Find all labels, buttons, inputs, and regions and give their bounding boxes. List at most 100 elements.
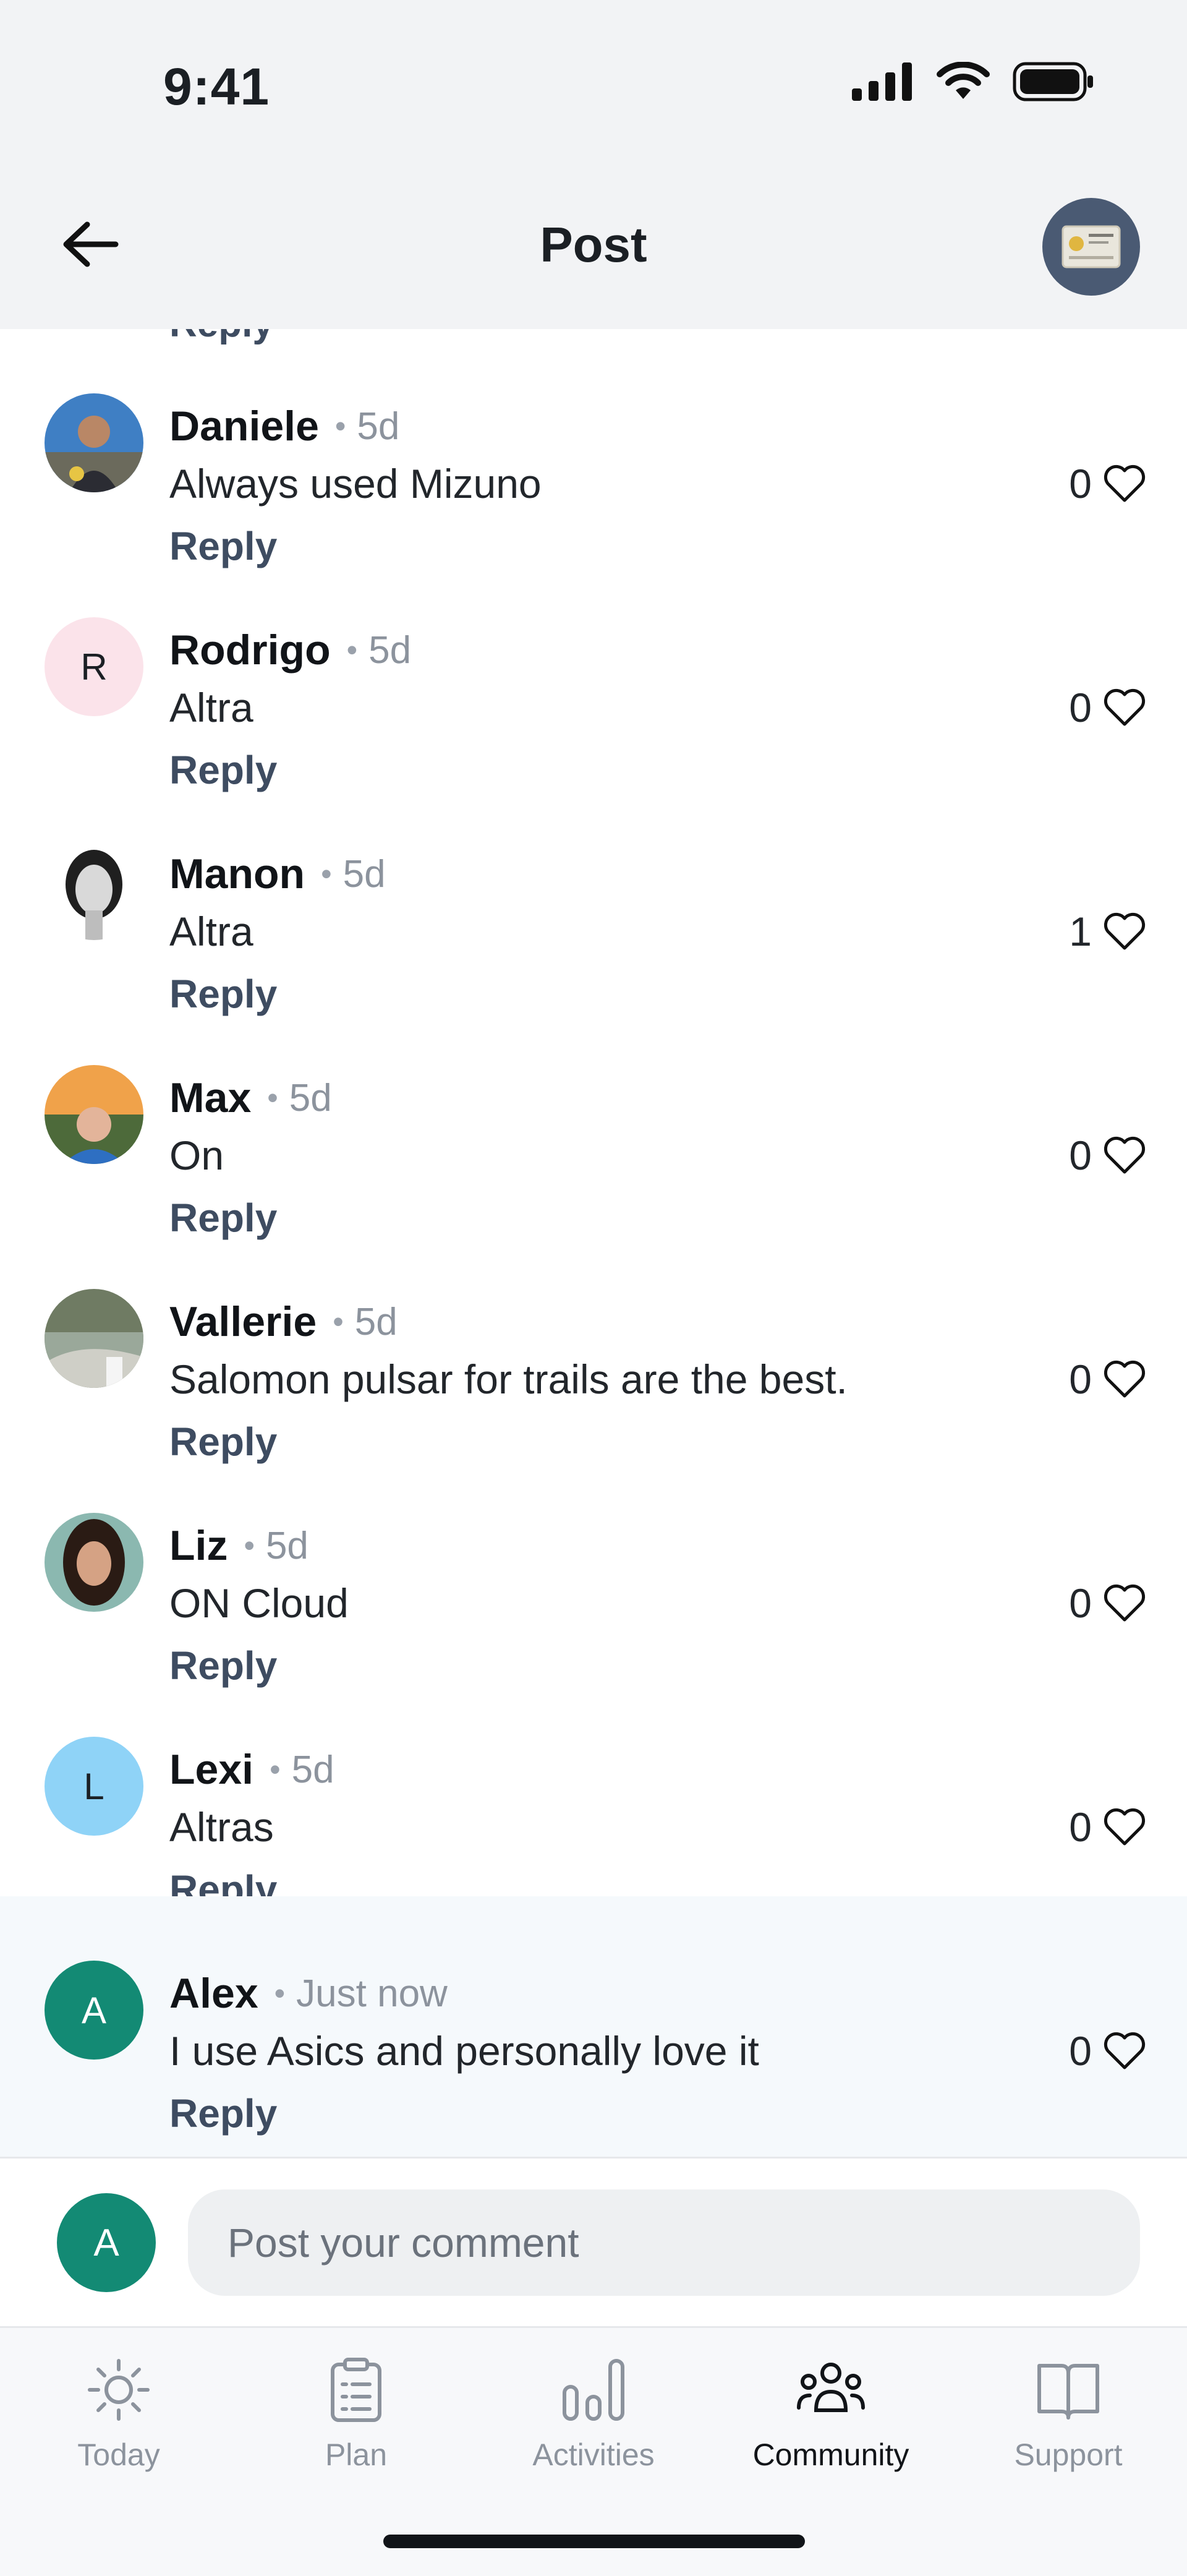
like-count: 0 (1069, 685, 1092, 730)
bar-chart-icon (563, 2359, 624, 2421)
comment-header: Vallerie • 5d (169, 1298, 398, 1346)
comment-time: Just now (296, 1972, 448, 2015)
heart-icon[interactable] (1103, 912, 1146, 951)
comment-header: Rodrigo • 5d (169, 626, 411, 674)
battery-icon (1013, 62, 1093, 101)
nav-item-plan[interactable]: Plan (237, 2353, 475, 2495)
clipboard-icon (331, 2358, 381, 2422)
nav-label: Activities (532, 2437, 655, 2472)
avatar-photo (45, 1289, 143, 1388)
avatar[interactable] (45, 1065, 143, 1164)
avatar-photo (45, 841, 143, 940)
comment-header: Max • 5d (169, 1074, 332, 1122)
sun-icon (88, 2359, 150, 2421)
avatar-photo (45, 393, 143, 492)
separator-dot: • (334, 409, 346, 443)
comment-text: Altras (169, 1804, 274, 1850)
comment-text: Altra (169, 685, 253, 730)
nav-item-today[interactable]: Today (0, 2353, 237, 2495)
like-count: 0 (1069, 1580, 1092, 1626)
comment-header: Alex • Just now (169, 1969, 448, 2018)
like-control[interactable]: 0 (1069, 684, 1146, 731)
avatar[interactable] (45, 841, 143, 940)
like-count: 0 (1069, 2028, 1092, 2074)
avatar[interactable] (45, 1513, 143, 1612)
comment-item: Manon • 5d Altra Reply 1 (0, 777, 1187, 1016)
heart-icon[interactable] (1103, 1584, 1146, 1622)
like-control[interactable]: 0 (1069, 1804, 1146, 1851)
reply-button[interactable]: Reply (169, 2090, 277, 2136)
nav-item-community[interactable]: Community (712, 2353, 950, 2495)
badge-card-icon (1061, 225, 1121, 268)
comment-author[interactable]: Liz (169, 1521, 228, 1570)
separator-dot: • (321, 857, 332, 891)
heart-icon[interactable] (1103, 2032, 1146, 2070)
separator-dot: • (244, 1528, 255, 1563)
wifi-icon (937, 62, 990, 99)
home-indicator (383, 2535, 805, 2548)
separator-dot: • (270, 1752, 281, 1787)
page-title: Post (540, 217, 647, 272)
comment-time: 5d (265, 1524, 308, 1567)
heart-icon[interactable] (1103, 464, 1146, 503)
separator-dot: • (267, 1080, 278, 1115)
comment-input[interactable] (188, 2189, 1140, 2296)
comment-author[interactable]: Rodrigo (169, 626, 331, 674)
like-control[interactable]: 0 (1069, 460, 1146, 507)
heart-icon[interactable] (1103, 1808, 1146, 1846)
comment-header: Manon • 5d (169, 850, 386, 898)
comment-author[interactable]: Manon (169, 850, 305, 898)
avatar[interactable]: R (45, 617, 143, 716)
comment-text: Always used Mizuno (169, 461, 542, 507)
comment-author[interactable]: Lexi (169, 1745, 253, 1794)
comment-time: 5d (291, 1748, 334, 1791)
comment-author[interactable]: Alex (169, 1969, 258, 2018)
comment-text: Altra (169, 909, 253, 954)
like-control[interactable]: 0 (1069, 2027, 1146, 2074)
separator-dot: • (274, 1976, 286, 2011)
heart-icon[interactable] (1103, 1360, 1146, 1398)
comment-author[interactable]: Daniele (169, 402, 319, 450)
comment-list[interactable]: Reply Daniele • 5d Always used Mizuno Re… (0, 329, 1187, 2157)
nav-label: Support (1014, 2437, 1123, 2472)
like-control[interactable]: 0 (1069, 1580, 1146, 1627)
people-icon (797, 2363, 865, 2412)
nav-item-support[interactable]: Support (950, 2353, 1187, 2495)
like-count: 0 (1069, 1132, 1092, 1178)
comment-item: A Alex • Just now I use Asics and person… (0, 1896, 1187, 2157)
like-count: 0 (1069, 1356, 1092, 1402)
like-count: 0 (1069, 461, 1092, 507)
like-count: 0 (1069, 1804, 1092, 1850)
comment-header: Liz • 5d (169, 1521, 308, 1570)
nav-item-activities[interactable]: Activities (475, 2353, 712, 2495)
heart-icon[interactable] (1103, 688, 1146, 727)
comment-author[interactable]: Max (169, 1074, 251, 1122)
comment-time: 5d (289, 1076, 332, 1119)
separator-dot: • (333, 1304, 344, 1339)
heart-icon[interactable] (1103, 1136, 1146, 1175)
like-control[interactable]: 0 (1069, 1356, 1146, 1403)
comment-item: Vallerie • 5d Salomon pulsar for trails … (0, 1225, 1187, 1464)
signal-icon (852, 62, 912, 101)
comment-time: 5d (354, 1300, 398, 1343)
avatar[interactable] (45, 1289, 143, 1388)
avatar[interactable]: L (45, 1737, 143, 1836)
avatar[interactable]: A (45, 1961, 143, 2060)
nav-label: Plan (325, 2437, 388, 2472)
comment-item: L Lexi • 5d Altras Reply 0 (0, 1672, 1187, 1912)
profile-button[interactable] (1042, 198, 1140, 296)
comment-header: Daniele • 5d (169, 402, 399, 450)
book-icon (1037, 2364, 1099, 2420)
comment-header: Lexi • 5d (169, 1745, 334, 1794)
comment-item: Max • 5d On Reply 0 (0, 1001, 1187, 1240)
avatar-photo (45, 1065, 143, 1164)
like-control[interactable]: 0 (1069, 1132, 1146, 1179)
comment-item: Daniele • 5d Always used Mizuno Reply 0 (0, 329, 1187, 568)
avatar[interactable] (45, 393, 143, 492)
comment-text: On (169, 1132, 224, 1178)
comment-text: ON Cloud (169, 1580, 349, 1626)
like-control[interactable]: 1 (1069, 908, 1146, 955)
comment-author[interactable]: Vallerie (169, 1298, 317, 1346)
comment-time: 5d (368, 628, 412, 672)
comment-text: Salomon pulsar for trails are the best. (169, 1356, 848, 1402)
